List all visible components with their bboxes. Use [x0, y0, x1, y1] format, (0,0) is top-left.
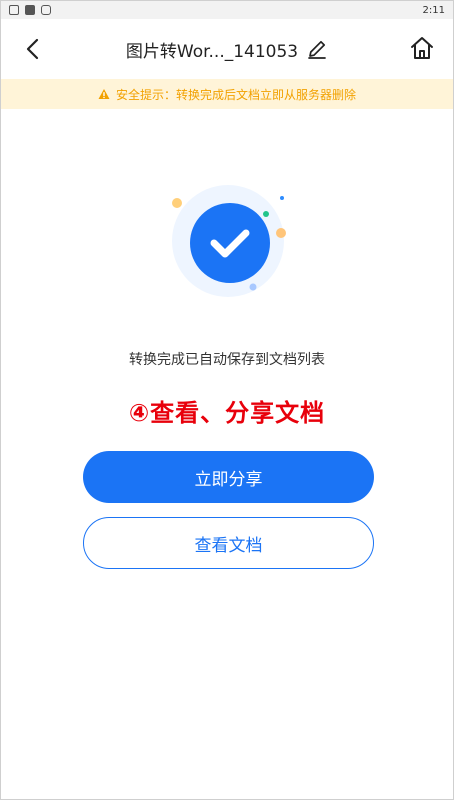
decor-dot — [280, 196, 284, 200]
pencil-icon[interactable] — [306, 38, 328, 60]
view-document-label: 查看文档 — [194, 535, 263, 556]
decor-dot — [172, 198, 182, 208]
title-wrap: 图片转Wor..._141053 — [1, 19, 453, 79]
security-notice-text: 安全提示：转换完成后文档立即从服务器删除 — [115, 87, 356, 102]
decor-dot — [276, 228, 286, 238]
check-circle — [190, 203, 270, 283]
status-bar: 2:11 — [1, 1, 453, 19]
view-document-button[interactable]: 查看文档 — [83, 517, 374, 569]
download-notification-icon — [41, 5, 51, 15]
chevron-left-icon — [26, 38, 39, 60]
status-time: 2:11 — [422, 4, 445, 16]
decor-dot — [263, 211, 269, 217]
home-icon[interactable] — [409, 35, 435, 61]
app-screen: 2:11 图片转Wor..._141053 安全提示：转换完成后文档立即从服务器… — [0, 0, 454, 800]
conversion-success-message: 转换完成已自动保存到文档列表 — [129, 352, 325, 368]
app-notification-icon — [25, 5, 35, 15]
document-title[interactable]: 图片转Wor..._141053 — [126, 37, 298, 62]
security-notice-banner: 安全提示：转换完成后文档立即从服务器删除 — [1, 79, 453, 109]
share-now-label: 立即分享 — [194, 469, 263, 490]
step-annotation: ④查看、分享文档 — [128, 399, 326, 427]
header: 图片转Wor..._141053 — [1, 19, 453, 79]
share-now-button[interactable]: 立即分享 — [83, 451, 374, 503]
warning-icon — [98, 89, 110, 99]
decor-dot — [249, 283, 257, 291]
back-button[interactable] — [21, 37, 43, 61]
notification-icon — [9, 5, 19, 15]
check-circle-icon — [172, 185, 286, 297]
status-icons — [9, 5, 51, 15]
